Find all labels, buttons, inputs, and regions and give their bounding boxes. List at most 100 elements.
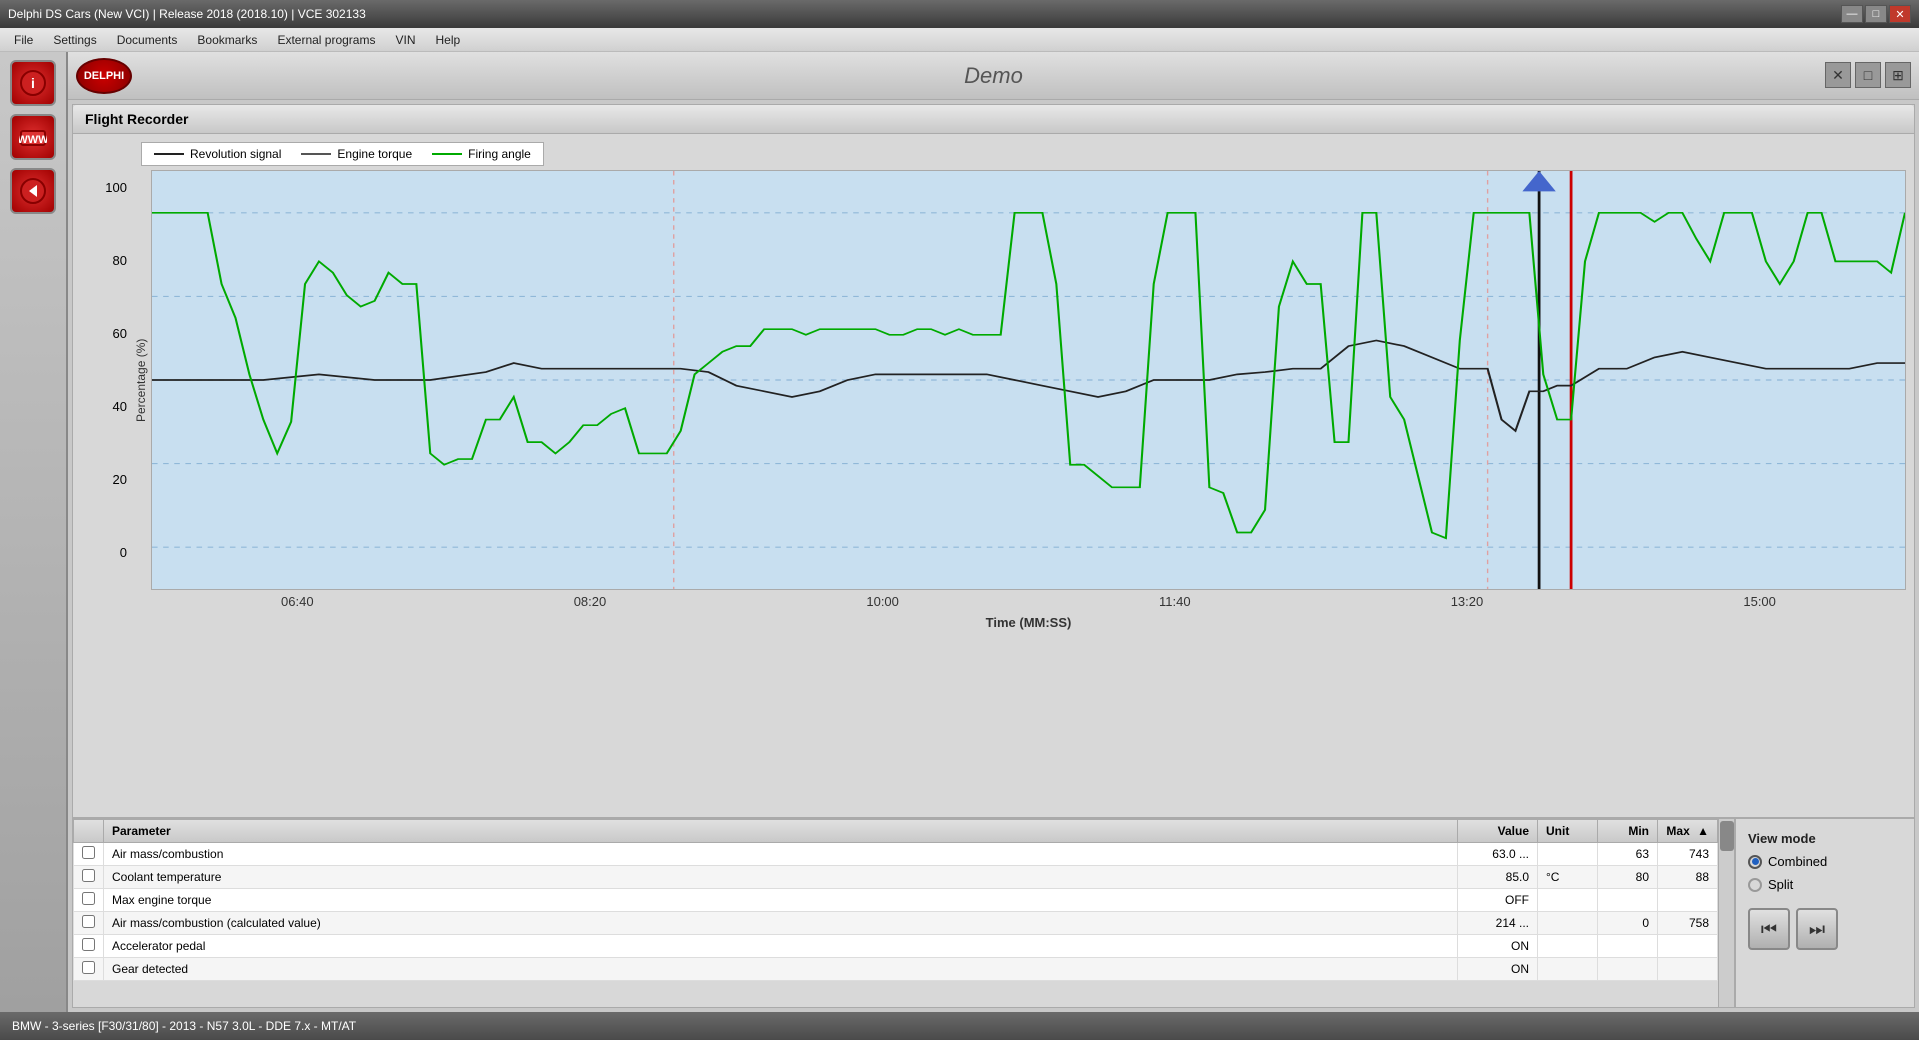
row-unit	[1538, 843, 1598, 866]
y-axis-label: Percentage (%)	[131, 170, 151, 590]
checkbox-2[interactable]	[82, 892, 95, 905]
checkbox-5[interactable]	[82, 961, 95, 974]
row-parameter: Accelerator pedal	[104, 935, 1458, 958]
menu-item-vin[interactable]: VIN	[385, 31, 425, 49]
checkbox-4[interactable]	[82, 938, 95, 951]
radio-combined-circle[interactable]	[1748, 855, 1762, 869]
row-value: ON	[1458, 935, 1538, 958]
row-min	[1598, 935, 1658, 958]
info-button[interactable]: WWW	[10, 114, 56, 160]
x-tick-1000: 10:00	[866, 594, 899, 609]
col-header-max[interactable]: Max ▲	[1658, 820, 1718, 843]
x-tick-1140: 11:40	[1159, 594, 1191, 609]
flight-recorder-panel: Flight Recorder Revolution signal Engine…	[72, 104, 1915, 1008]
table-row: Air mass/combustion (calculated value) 2…	[74, 912, 1718, 935]
x-tick-1500: 15:00	[1743, 594, 1776, 609]
radio-combined[interactable]: Combined	[1748, 854, 1902, 869]
menu-item-documents[interactable]: Documents	[107, 31, 188, 49]
row-checkbox[interactable]	[74, 958, 104, 981]
row-min	[1598, 958, 1658, 981]
checkbox-0[interactable]	[82, 846, 95, 859]
row-parameter: Air mass/combustion (calculated value)	[104, 912, 1458, 935]
menu-item-file[interactable]: File	[4, 31, 43, 49]
demo-title: Demo	[964, 63, 1023, 89]
nav-next-button[interactable]: ⏭	[1796, 908, 1838, 950]
y-axis-ticks: 100 80 60 40 20 0	[81, 170, 131, 590]
minimize-button[interactable]: —	[1841, 5, 1863, 23]
legend-revolution-signal: Revolution signal	[154, 147, 281, 161]
close-button[interactable]: ✕	[1889, 5, 1911, 23]
row-parameter: Gear detected	[104, 958, 1458, 981]
titlebar-controls: — □ ✕	[1841, 5, 1911, 23]
statusbar-text: BMW - 3-series [F30/31/80] - 2013 - N57 …	[12, 1019, 356, 1033]
row-min: 0	[1598, 912, 1658, 935]
menu-item-settings[interactable]: Settings	[43, 31, 106, 49]
radio-combined-label: Combined	[1768, 854, 1827, 869]
y-tick-0: 0	[120, 545, 127, 560]
menu-item-help[interactable]: Help	[426, 31, 471, 49]
checkbox-1[interactable]	[82, 869, 95, 882]
header-close-button[interactable]: ✕	[1825, 62, 1851, 88]
content: DELPHI Demo ✕ □ ⊞ Flight Recorder Revolu…	[68, 52, 1919, 1012]
data-table: Parameter Value Unit Min Max ▲ Air mass/…	[73, 819, 1718, 1007]
x-tick-0640: 06:40	[281, 594, 314, 609]
row-unit	[1538, 935, 1598, 958]
row-parameter: Air mass/combustion	[104, 843, 1458, 866]
row-min	[1598, 889, 1658, 912]
delphi-logo: DELPHI	[76, 58, 132, 94]
menu-item-bookmarks[interactable]: Bookmarks	[187, 31, 267, 49]
chart-svg[interactable]: 06:40 08:20 10:00 11:40 13:20 15:00 Time…	[151, 170, 1906, 590]
view-mode-title: View mode	[1748, 831, 1902, 846]
col-header-parameter[interactable]: Parameter	[104, 820, 1458, 843]
row-max	[1658, 889, 1718, 912]
row-max	[1658, 935, 1718, 958]
menubar: FileSettingsDocumentsBookmarksExternal p…	[0, 28, 1919, 52]
y-tick-40: 40	[113, 399, 127, 414]
row-min: 80	[1598, 866, 1658, 889]
nav-buttons: ⏮ ⏭	[1748, 908, 1902, 950]
row-checkbox[interactable]	[74, 889, 104, 912]
y-tick-80: 80	[113, 253, 127, 268]
back-button[interactable]	[10, 168, 56, 214]
radio-combined-inner	[1752, 858, 1759, 865]
col-header-value[interactable]: Value	[1458, 820, 1538, 843]
table-row: Accelerator pedal ON	[74, 935, 1718, 958]
row-unit: °C	[1538, 866, 1598, 889]
row-value: OFF	[1458, 889, 1538, 912]
nav-prev-button[interactable]: ⏮	[1748, 908, 1790, 950]
row-parameter: Max engine torque	[104, 889, 1458, 912]
col-header-min[interactable]: Min	[1598, 820, 1658, 843]
legend-firing-angle-label: Firing angle	[468, 147, 531, 161]
sidebar: i WWW	[0, 52, 68, 1012]
table-row: Air mass/combustion 63.0 ... 63 743	[74, 843, 1718, 866]
row-value: 85.0	[1458, 866, 1538, 889]
row-value: ON	[1458, 958, 1538, 981]
row-max: 758	[1658, 912, 1718, 935]
radio-split[interactable]: Split	[1748, 877, 1902, 892]
table-body: Air mass/combustion 63.0 ... 63 743 Cool…	[74, 843, 1718, 981]
col-header-unit: Unit	[1538, 820, 1598, 843]
table-row: Gear detected ON	[74, 958, 1718, 981]
table-scrollbar[interactable]	[1718, 819, 1734, 1007]
row-value: 63.0 ...	[1458, 843, 1538, 866]
legend-firing-angle: Firing angle	[432, 147, 531, 161]
row-checkbox[interactable]	[74, 912, 104, 935]
menu-item-external-programs[interactable]: External programs	[267, 31, 385, 49]
y-tick-60: 60	[113, 326, 127, 341]
table-row: Coolant temperature 85.0 °C 80 88	[74, 866, 1718, 889]
row-checkbox[interactable]	[74, 843, 104, 866]
row-unit	[1538, 958, 1598, 981]
radio-split-circle[interactable]	[1748, 878, 1762, 892]
home-button[interactable]: i	[10, 60, 56, 106]
maximize-button[interactable]: □	[1865, 5, 1887, 23]
row-checkbox[interactable]	[74, 935, 104, 958]
header-restore-button[interactable]: □	[1855, 62, 1881, 88]
header-expand-button[interactable]: ⊞	[1885, 62, 1911, 88]
row-min: 63	[1598, 843, 1658, 866]
view-mode-panel: View mode Combined Split ⏮ ⏭	[1734, 819, 1914, 1007]
titlebar: Delphi DS Cars (New VCI) | Release 2018 …	[0, 0, 1919, 28]
row-checkbox[interactable]	[74, 866, 104, 889]
checkbox-3[interactable]	[82, 915, 95, 928]
col-header-check	[74, 820, 104, 843]
x-axis-labels: 06:40 08:20 10:00 11:40 13:20 15:00	[151, 590, 1906, 613]
